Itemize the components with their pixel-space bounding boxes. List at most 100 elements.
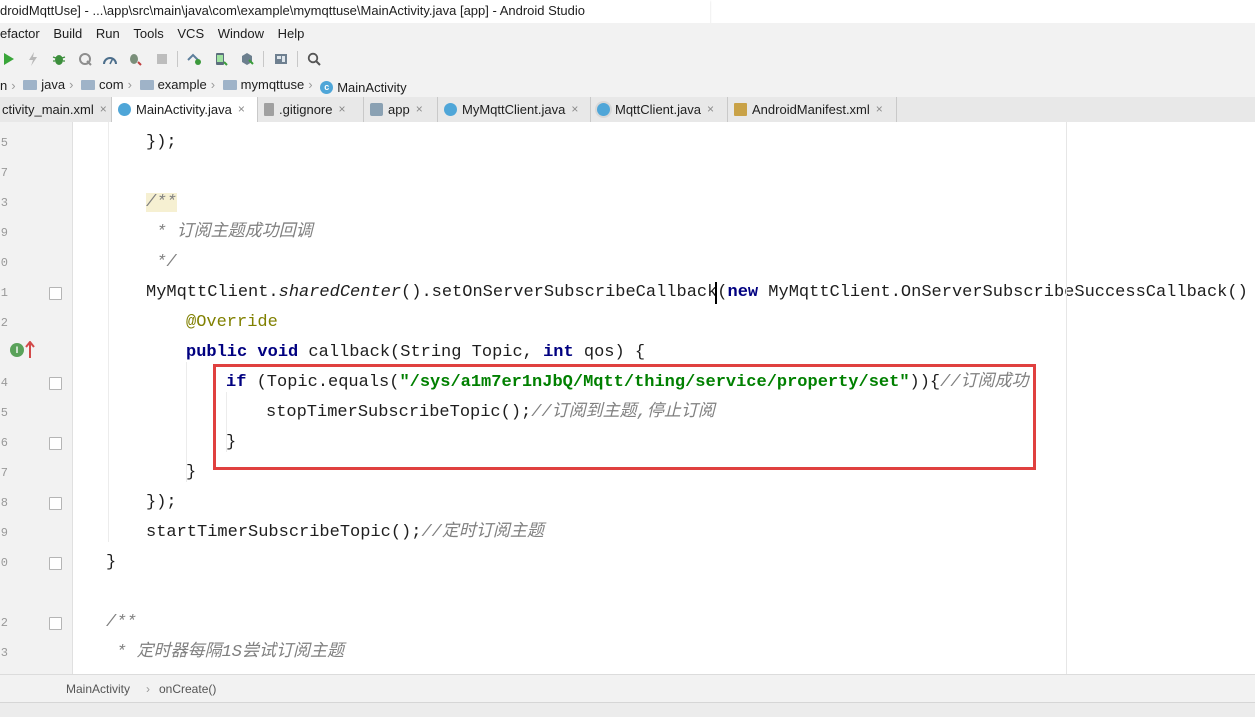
close-icon[interactable]: ×: [707, 97, 714, 122]
main-toolbar: [0, 45, 1255, 74]
menu-help[interactable]: Help: [278, 23, 305, 45]
tab-label: app: [388, 102, 410, 117]
code-line: /**: [146, 193, 177, 212]
editor-tab-bar: ctivity_main.xml × MainActivity.java × .gi…: [0, 97, 1255, 123]
manifest-icon: [734, 103, 747, 116]
sync-icon[interactable]: [185, 50, 203, 68]
tab-main-activity[interactable]: MainActivity.java ×: [112, 97, 258, 122]
breadcrumb-mainactivity[interactable]: c MainActivity: [320, 76, 407, 98]
gradle-icon: [370, 103, 383, 116]
line-number: 0: [0, 556, 8, 570]
class-icon: c: [320, 81, 334, 94]
stop-icon[interactable]: [153, 50, 171, 68]
menu-vcs[interactable]: VCS: [177, 23, 204, 45]
breadcrumb-mymqttuse[interactable]: mymqttuse ›: [222, 73, 313, 97]
line-number: 4: [0, 376, 8, 390]
status-crumb-oncreate[interactable]: onCreate(): [159, 675, 216, 703]
implements-marker-icon[interactable]: I: [10, 343, 24, 357]
close-icon[interactable]: ×: [100, 97, 107, 122]
menu-window[interactable]: Window: [218, 23, 264, 45]
avd-manager-icon[interactable]: [212, 50, 230, 68]
breadcrumb: n › java › com › example › mymqttuse › c MainA…: [0, 73, 1255, 98]
folder-icon: [23, 80, 38, 90]
coverage-icon[interactable]: [76, 50, 94, 68]
line-number: 7: [0, 466, 8, 480]
close-icon[interactable]: ×: [416, 97, 423, 122]
code-line: /**: [106, 613, 137, 632]
folder-icon: [222, 80, 237, 90]
line-number: 2: [0, 616, 8, 630]
folder-icon: [139, 80, 154, 90]
code-line: */: [146, 253, 177, 272]
tab-gitignore[interactable]: .gitignore ×: [258, 97, 364, 122]
file-icon: [264, 103, 274, 116]
menu-bar: efactor Build Run Tools VCS Window Help: [0, 23, 1255, 45]
window-title: droidMqttUse] - ...\app\src\main\java\co…: [0, 3, 585, 18]
debug-icon[interactable]: [50, 50, 68, 68]
line-number: 9: [0, 226, 8, 240]
fold-icon[interactable]: [49, 377, 62, 390]
run-icon[interactable]: [0, 50, 18, 68]
line-number: 7: [0, 166, 8, 180]
menu-build[interactable]: Build: [53, 23, 82, 45]
text-caret: [715, 282, 717, 304]
fold-icon[interactable]: [49, 617, 62, 630]
fold-icon[interactable]: [49, 437, 62, 450]
editor-breadcrumb-bar: MainActivity › onCreate(): [0, 674, 1255, 703]
profile-icon[interactable]: [101, 50, 119, 68]
highlight-box: [213, 364, 1036, 470]
line-number: 5: [0, 406, 8, 420]
breadcrumb-example[interactable]: example ›: [139, 73, 215, 97]
code-line: });: [146, 493, 177, 512]
breadcrumb-java[interactable]: java ›: [23, 73, 73, 97]
line-number: 6: [0, 436, 8, 450]
breadcrumb-com[interactable]: com ›: [81, 73, 132, 97]
code-line: * 订阅主题成功回调: [146, 223, 313, 242]
code-line: }: [106, 553, 117, 572]
tab-activity-main-xml[interactable]: ctivity_main.xml ×: [0, 97, 112, 122]
close-icon[interactable]: ×: [876, 97, 883, 122]
tab-mqttclient[interactable]: MqttClient.java ×: [591, 97, 728, 122]
close-icon[interactable]: ×: [238, 97, 245, 122]
tab-label: MyMqttClient.java: [462, 102, 566, 117]
tab-android-manifest[interactable]: AndroidManifest.xml ×: [728, 97, 897, 122]
line-number: 3: [0, 646, 8, 660]
folder-icon: [81, 80, 96, 90]
window-title-bar: droidMqttUse] - ...\app\src\main\java\co…: [0, 0, 710, 24]
fold-icon[interactable]: [49, 497, 62, 510]
line-number: 5: [0, 136, 8, 150]
code-line: * 定时器每隔1S尝试订阅主题: [106, 643, 345, 662]
code-line: }: [186, 463, 197, 482]
menu-refactor[interactable]: efactor: [0, 23, 40, 45]
tab-mymqttclient[interactable]: MyMqttClient.java ×: [438, 97, 591, 122]
line-number: 8: [0, 496, 8, 510]
up-arrow-icon[interactable]: [25, 340, 35, 359]
fold-icon[interactable]: [49, 557, 62, 570]
line-number: 3: [0, 196, 8, 210]
tab-label: MqttClient.java: [615, 102, 701, 117]
close-icon[interactable]: ×: [571, 97, 578, 122]
status-crumb-mainactivity[interactable]: MainActivity: [66, 675, 130, 703]
sdk-manager-icon[interactable]: [238, 50, 256, 68]
attach-debugger-icon[interactable]: [126, 50, 144, 68]
fold-icon[interactable]: [49, 287, 62, 300]
menu-run[interactable]: Run: [96, 23, 120, 45]
line-number: 1: [0, 286, 8, 300]
breadcrumb-item[interactable]: n ›: [0, 74, 16, 97]
code-line: startTimerSubscribeTopic();//定时订阅主题: [146, 523, 544, 542]
lightning-icon[interactable]: [24, 50, 42, 68]
menu-tools[interactable]: Tools: [133, 23, 163, 45]
editor-gutter[interactable]: 5 7 3 9 0 1 2 4 5 6 7 8 9 0 2 3 I: [0, 122, 72, 674]
bottom-strip: [0, 702, 1255, 717]
right-margin-guide: [1066, 122, 1067, 674]
code-line: });: [146, 133, 177, 152]
tab-label: .gitignore: [279, 102, 333, 117]
class-icon: [444, 103, 457, 116]
code-line: MyMqttClient.sharedCenter().setOnServerS…: [146, 283, 1255, 302]
line-number: 2: [0, 316, 8, 330]
project-structure-icon[interactable]: [272, 50, 290, 68]
search-icon[interactable]: [305, 50, 323, 68]
tab-label: AndroidManifest.xml: [752, 102, 870, 117]
close-icon[interactable]: ×: [338, 97, 345, 122]
tab-app[interactable]: app ×: [364, 97, 438, 122]
